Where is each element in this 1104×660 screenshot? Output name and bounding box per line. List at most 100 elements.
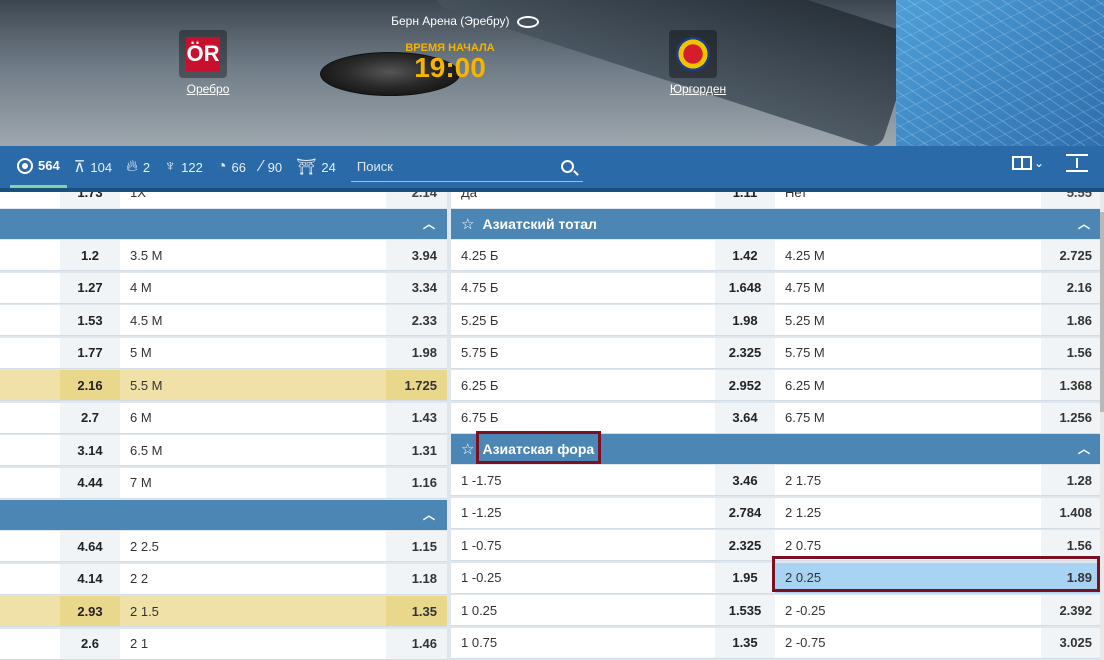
coef-button[interactable]: 1.648 <box>715 272 775 303</box>
filter-gate[interactable]: ⛩︎ 24 <box>289 146 343 188</box>
table-row[interactable]: 4.75 Б 1.648 4.75 М 2.16 <box>451 272 1102 304</box>
asian-total-header[interactable]: ☆ Азиатский тотал ︿ <box>451 209 1102 239</box>
coef-button[interactable]: 3.025 <box>1041 627 1102 658</box>
market-header[interactable]: ︿ <box>0 500 447 530</box>
coef-button[interactable]: 1.256 <box>1041 402 1102 433</box>
home-team-link[interactable]: Оребро <box>163 82 243 96</box>
table-row[interactable]: 4.44 7 М 1.16 <box>0 467 447 499</box>
coef-button[interactable]: 3.94 <box>386 240 447 270</box>
coef-button[interactable]: 2.93 <box>60 596 120 626</box>
table-row[interactable]: 2.93 2 1.5 1.35 <box>0 596 447 627</box>
coef-button[interactable]: 4.14 <box>60 563 120 594</box>
coef-button[interactable]: 1.35 <box>386 596 447 626</box>
table-row[interactable]: 1 -1.75 3.46 2 1.75 1.28 <box>451 465 1102 496</box>
scrollbar[interactable] <box>1100 192 1104 660</box>
coef-button[interactable]: 1.31 <box>386 435 447 465</box>
coef-button[interactable]: 2.325 <box>715 337 775 368</box>
coef-button[interactable]: 1.46 <box>386 628 447 659</box>
table-row[interactable]: 2.6 2 1 1.46 <box>0 628 447 660</box>
coef-button[interactable]: 1.98 <box>715 305 775 335</box>
table-row[interactable]: 5.75 Б 2.325 5.75 М 1.56 <box>451 337 1102 369</box>
coef-button[interactable]: 2.784 <box>715 497 775 528</box>
table-row[interactable]: 1 -0.75 2.325 2 0.75 1.56 <box>451 530 1102 561</box>
coef-button[interactable]: 2.7 <box>60 402 120 433</box>
layout-switcher[interactable]: ⌄ <box>1011 156 1044 170</box>
coef-button[interactable]: 2.392 <box>1041 595 1102 625</box>
coef-button[interactable]: 1.15 <box>386 531 447 561</box>
coef-button[interactable]: 1.56 <box>1041 530 1102 560</box>
coef-button[interactable]: 1.2 <box>60 240 120 270</box>
away-team-logo[interactable] <box>669 30 717 78</box>
coef-button[interactable]: 1.18 <box>386 563 447 594</box>
chevron-up-icon[interactable]: ︿ <box>1078 440 1090 457</box>
filter-wand[interactable]: ⁄ 90 <box>253 146 289 188</box>
coef-button[interactable]: 1.725 <box>386 370 447 400</box>
coef-button[interactable]: 2.725 <box>1041 240 1102 270</box>
coef-button[interactable]: 1.77 <box>60 337 120 368</box>
away-team[interactable]: Юргорден <box>653 30 733 96</box>
collapse-icon[interactable] <box>1066 154 1088 172</box>
coef-button[interactable]: 4.44 <box>60 467 120 498</box>
market-header[interactable]: ︿ <box>0 209 447 239</box>
coef-button[interactable]: 3.64 <box>715 402 775 433</box>
filter-trophy[interactable]: ♆ 122 <box>157 146 210 188</box>
away-team-link[interactable]: Юргорден <box>653 82 733 96</box>
coef-button[interactable]: 2.952 <box>715 370 775 400</box>
star-icon[interactable]: ☆ <box>461 215 474 233</box>
chevron-up-icon[interactable]: ︿ <box>1078 215 1090 232</box>
chevron-up-icon[interactable]: ︿ <box>423 506 435 523</box>
coef-button[interactable]: 1.53 <box>60 305 120 335</box>
coef-button[interactable]: 1.535 <box>715 595 775 625</box>
coef-button[interactable]: 1.89 <box>1041 562 1102 593</box>
coef-button[interactable]: 1.43 <box>386 402 447 433</box>
search-icon[interactable] <box>560 160 574 173</box>
coef-button[interactable]: 1.27 <box>60 272 120 303</box>
coef-button[interactable]: 1.86 <box>1041 305 1102 335</box>
table-row[interactable]: 1.53 4.5 М 2.33 <box>0 305 447 336</box>
chevron-up-icon[interactable]: ︿ <box>423 215 435 232</box>
coef-button[interactable]: 2.16 <box>1041 272 1102 303</box>
coef-button[interactable]: 3.34 <box>386 272 447 303</box>
filter-timer[interactable]: ◔ 66 <box>210 146 253 188</box>
table-row[interactable]: 1.2 3.5 М 3.94 <box>0 240 447 271</box>
table-row[interactable]: 3.14 6.5 М 1.31 <box>0 435 447 466</box>
coef-button[interactable]: 2.6 <box>60 628 120 659</box>
table-row[interactable]: 1 0.75 1.35 2 -0.75 3.025 <box>451 627 1102 659</box>
table-row[interactable]: 1 -1.25 2.784 2 1.25 1.408 <box>451 497 1102 529</box>
coef-button[interactable]: 4.64 <box>60 531 120 561</box>
coef-button[interactable]: 1.16 <box>386 467 447 498</box>
table-row[interactable]: 4.14 2 2 1.18 <box>0 563 447 595</box>
table-row[interactable]: 6.25 Б 2.952 6.25 М 1.368 <box>451 370 1102 401</box>
table-row[interactable]: 5.25 Б 1.98 5.25 М 1.86 <box>451 305 1102 336</box>
coef-button[interactable]: 1.28 <box>1041 465 1102 495</box>
table-row[interactable]: 2.16 5.5 М 1.725 <box>0 370 447 401</box>
star-icon[interactable]: ☆ <box>461 440 474 458</box>
filter-all[interactable]: 564 <box>10 146 67 188</box>
coef-button[interactable]: 1.368 <box>1041 370 1102 400</box>
coef-button[interactable]: 1.98 <box>386 337 447 368</box>
home-team[interactable]: ÖR Оребро <box>163 30 243 96</box>
table-row[interactable]: Да 1.11 Нет 5.55 <box>451 192 1102 208</box>
coef-button[interactable]: 1.56 <box>1041 337 1102 368</box>
table-row[interactable]: 1 -0.25 1.95 2 0.25 1.89 <box>451 562 1102 594</box>
search-input[interactable] <box>356 159 557 174</box>
table-row[interactable]: 1.77 5 М 1.98 <box>0 337 447 369</box>
table-row[interactable]: 1.73 1Х 2.14 <box>0 192 447 208</box>
table-row[interactable]: 4.64 2 2.5 1.15 <box>0 531 447 562</box>
coef-button[interactable]: 1.35 <box>715 627 775 658</box>
coef-button[interactable]: 2.16 <box>60 370 120 400</box>
table-row[interactable]: 1 0.25 1.535 2 -0.25 2.392 <box>451 595 1102 626</box>
table-row[interactable]: 6.75 Б 3.64 6.75 М 1.256 <box>451 402 1102 434</box>
table-row[interactable]: 2.7 6 М 1.43 <box>0 402 447 434</box>
coef-button[interactable]: 2.33 <box>386 305 447 335</box>
filter-hot[interactable]: 🔥︎ 2 <box>119 146 157 188</box>
coef-button[interactable]: 3.14 <box>60 435 120 465</box>
coef-button[interactable]: 1.408 <box>1041 497 1102 528</box>
coef-button[interactable]: 2.325 <box>715 530 775 560</box>
coef-button[interactable]: 1.95 <box>715 562 775 593</box>
coef-button[interactable]: 3.46 <box>715 465 775 495</box>
table-row[interactable]: 1.27 4 М 3.34 <box>0 272 447 304</box>
scrollbar-thumb[interactable] <box>1100 212 1104 412</box>
asian-handicap-header[interactable]: ☆ Азиатская фора ︿ <box>451 434 1102 464</box>
coef-button[interactable]: 1.42 <box>715 240 775 270</box>
